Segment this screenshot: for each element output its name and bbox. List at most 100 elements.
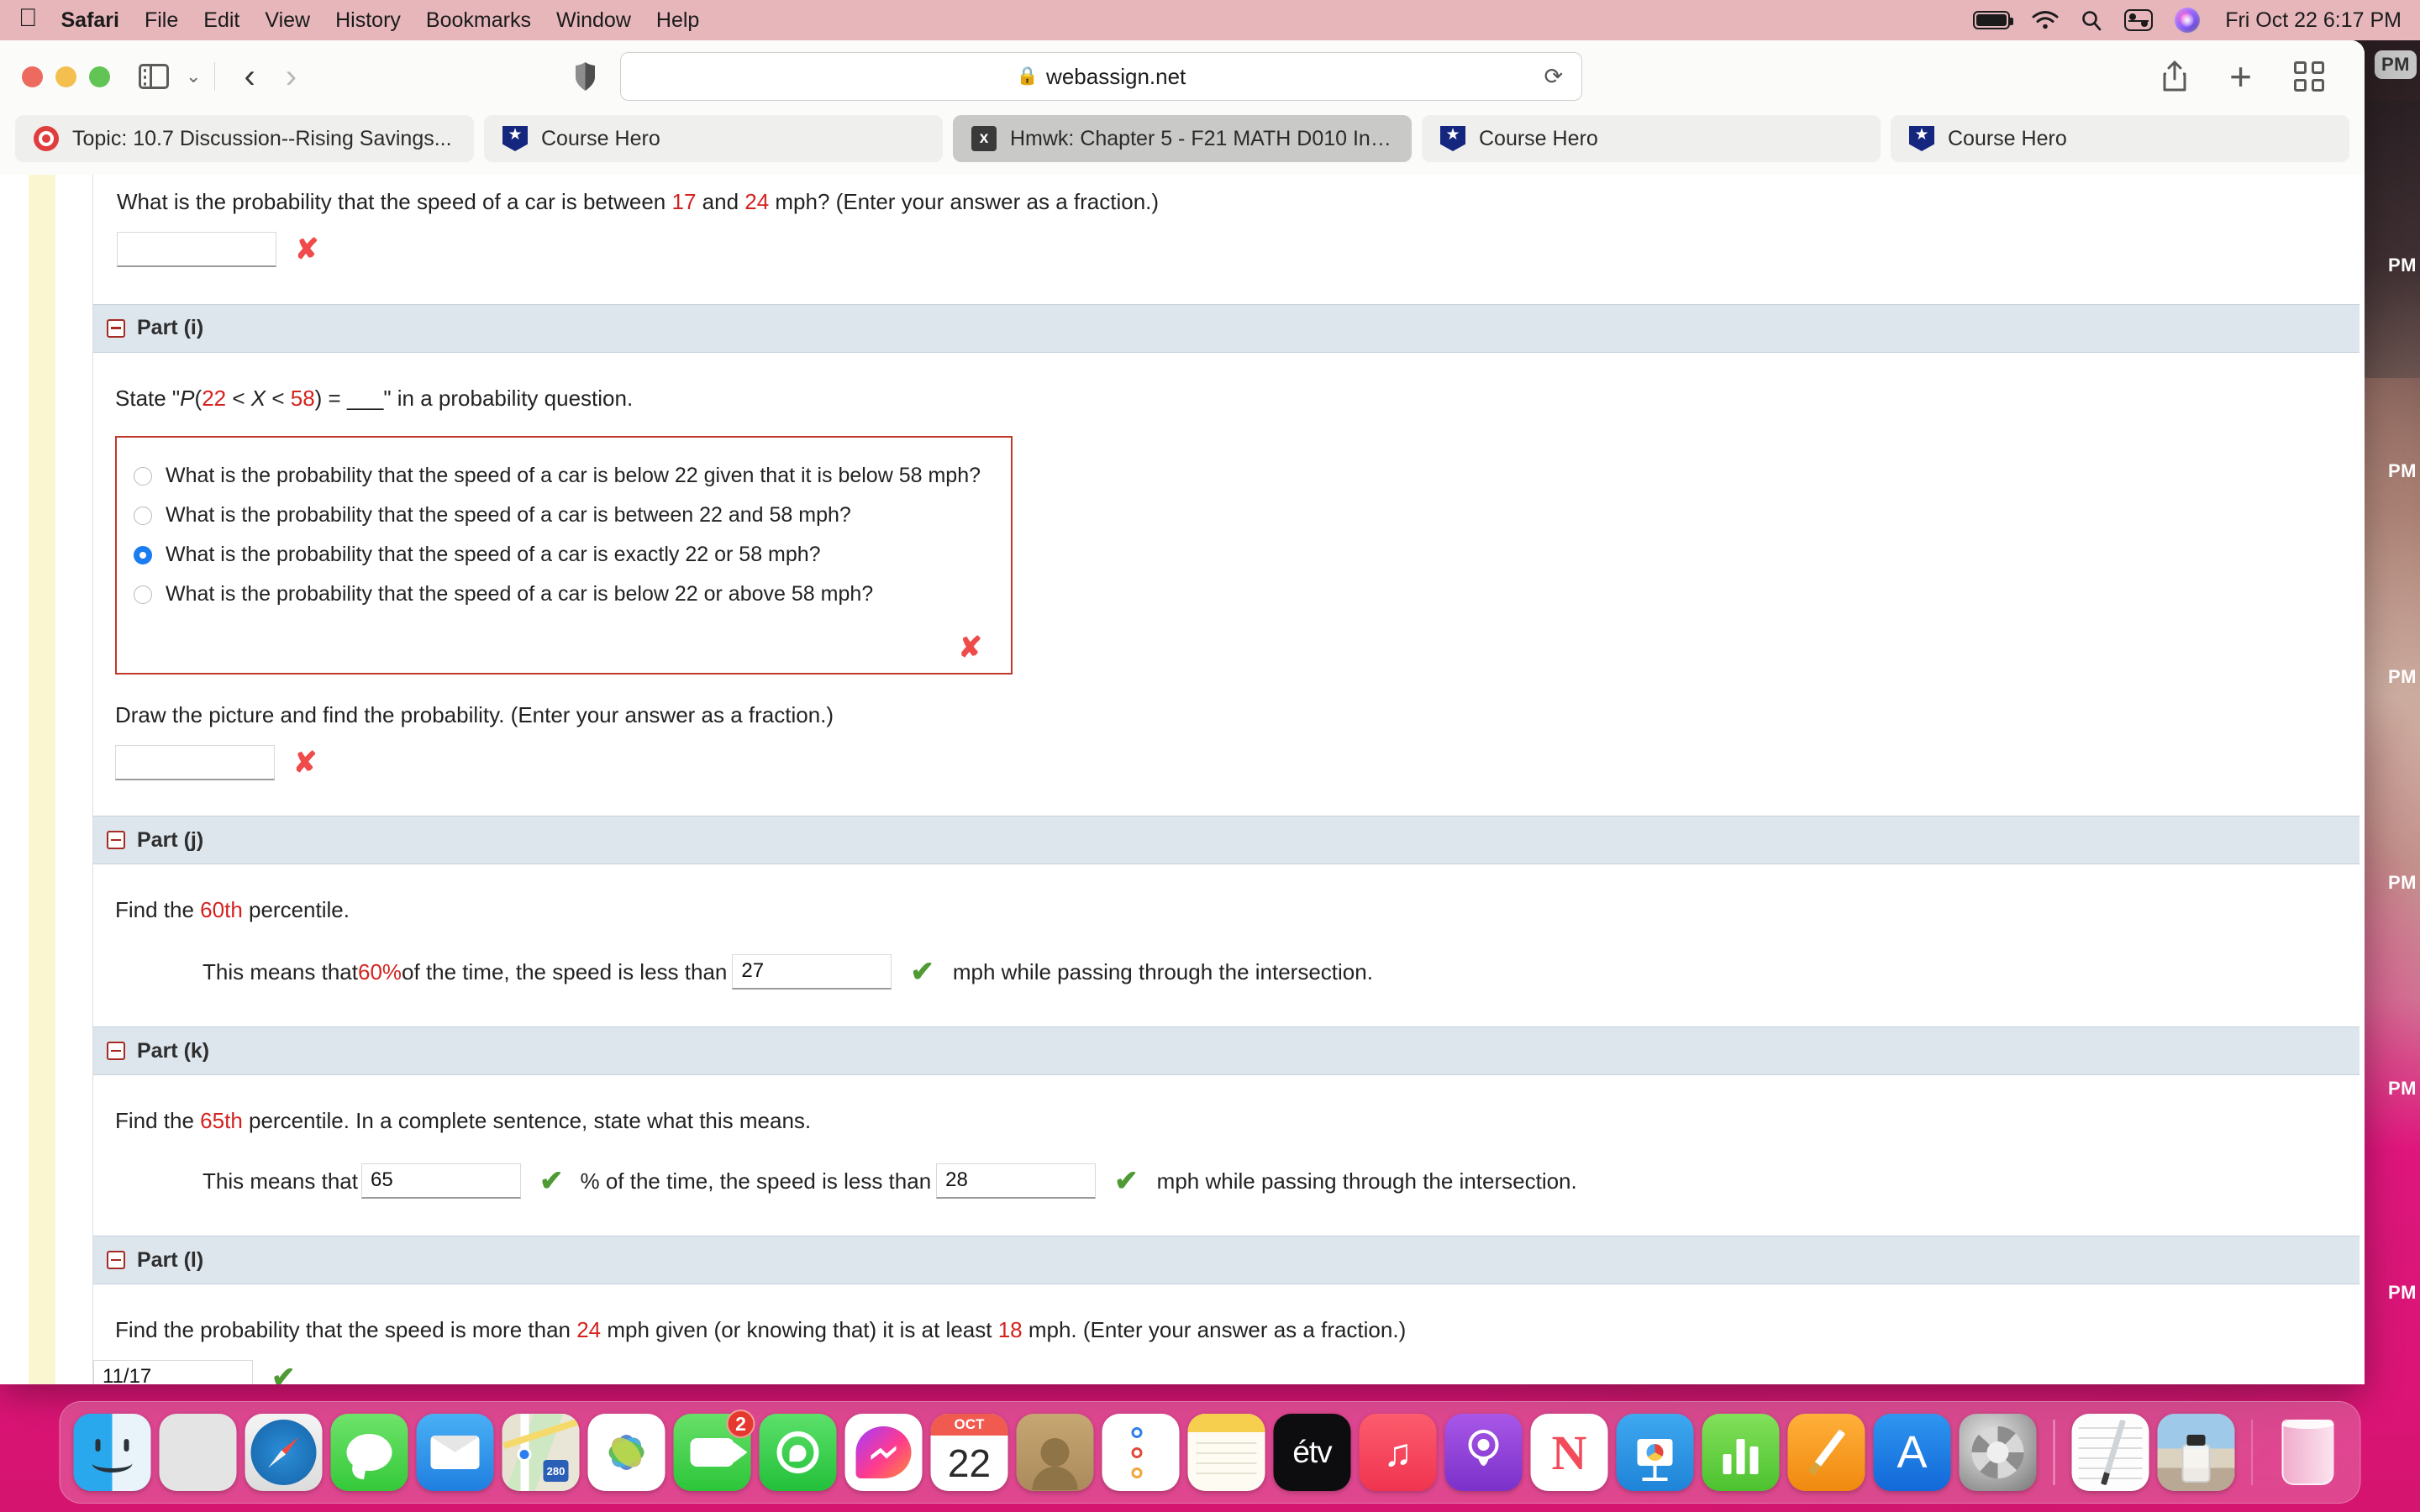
- battery-icon[interactable]: [1973, 11, 2014, 29]
- radio-option-4[interactable]: What is the probability that the speed o…: [134, 575, 994, 614]
- status-badge-incorrect: ✘: [958, 632, 983, 664]
- part-k-percent-input[interactable]: 65: [360, 1163, 521, 1200]
- toolbar-divider: [214, 62, 216, 91]
- dock-item-mail[interactable]: [416, 1414, 494, 1491]
- browser-tab-hmwk-chapter5[interactable]: x Hmwk: Chapter 5 - F21 MATH D010 Int...: [953, 115, 1412, 162]
- dock-item-numbers[interactable]: [1702, 1414, 1780, 1491]
- part-j-body: Find the 60th percentile. This means tha…: [93, 864, 2360, 993]
- part-l-answer-input[interactable]: 11/17: [93, 1359, 253, 1384]
- dock-item-messenger[interactable]: [844, 1414, 923, 1491]
- dock-item-maps[interactable]: 280: [502, 1414, 580, 1491]
- privacy-shield-icon[interactable]: [574, 61, 597, 92]
- part-i-followup-input[interactable]: [115, 745, 275, 781]
- dock-item-trash[interactable]: [2270, 1414, 2347, 1491]
- dock-item-systempreferences[interactable]: [1959, 1414, 2037, 1491]
- dock-item-music[interactable]: ♫: [1359, 1414, 1437, 1491]
- status-badge-incorrect: ✘: [293, 747, 318, 780]
- collapse-icon[interactable]: [107, 831, 125, 850]
- radio-button-selected[interactable]: [134, 545, 152, 564]
- dock-item-keynote[interactable]: [1616, 1414, 1694, 1491]
- menu-item-help[interactable]: Help: [656, 8, 699, 33]
- menu-item-view[interactable]: View: [265, 8, 310, 33]
- dock-item-launchpad[interactable]: [159, 1414, 237, 1491]
- part-header-label: Part (l): [137, 1247, 204, 1272]
- part-header-i[interactable]: Part (i): [93, 303, 2360, 353]
- dock-item-reminders[interactable]: [1102, 1414, 1180, 1491]
- browser-tab-topic-discussion[interactable]: Topic: 10.7 Discussion--Rising Savings..…: [15, 115, 474, 162]
- part-header-j[interactable]: Part (j): [93, 816, 2360, 865]
- prompt-value-22: 22: [202, 385, 227, 411]
- menu-item-safari[interactable]: Safari: [61, 8, 119, 33]
- close-window-button[interactable]: [22, 66, 43, 87]
- sidebar-toggle-icon[interactable]: [139, 64, 169, 89]
- dock-item-preview-image[interactable]: [2157, 1414, 2234, 1491]
- maximize-window-button[interactable]: [89, 66, 110, 87]
- part-k-prompt: Find the 65th percentile. In a complete …: [115, 1105, 2360, 1137]
- part-header-k[interactable]: Part (k): [93, 1026, 2360, 1076]
- chevron-down-icon[interactable]: ⌄: [186, 66, 201, 87]
- search-icon[interactable]: [2081, 9, 2102, 31]
- share-icon[interactable]: [2162, 60, 2187, 92]
- reload-icon[interactable]: ⟳: [1544, 64, 1563, 90]
- radio-button[interactable]: [134, 466, 152, 486]
- menu-bar-clock[interactable]: Fri Oct 22 6:17 PM: [2225, 8, 2402, 33]
- collapse-icon[interactable]: [107, 1251, 125, 1270]
- menu-item-edit[interactable]: Edit: [203, 8, 239, 33]
- browser-tab-course-hero-1[interactable]: Course Hero: [484, 115, 943, 162]
- collapse-icon[interactable]: [107, 1042, 125, 1061]
- dock-item-document[interactable]: [2071, 1414, 2149, 1491]
- browser-toolbar: ⌄ ‹ › 🔒 webassign.net ⟳ +: [0, 40, 2365, 113]
- apple-icon[interactable]: : [18, 6, 38, 34]
- dock-item-appstore[interactable]: A: [1873, 1414, 1951, 1491]
- dock-item-pages[interactable]: [1787, 1414, 1865, 1491]
- prompt-segment: Find the: [115, 897, 201, 923]
- radio-option-2[interactable]: What is the probability that the speed o…: [134, 496, 994, 535]
- part-header-l[interactable]: Part (l): [93, 1236, 2360, 1285]
- dock-item-appletv[interactable]: étv: [1273, 1414, 1351, 1491]
- part-k-speed-input[interactable]: 28: [936, 1163, 1097, 1200]
- minimize-window-button[interactable]: [55, 66, 76, 87]
- menu-item-bookmarks[interactable]: Bookmarks: [426, 8, 531, 33]
- dock-item-notes[interactable]: [1187, 1414, 1265, 1491]
- address-bar[interactable]: 🔒 webassign.net ⟳: [620, 52, 1583, 101]
- radio-option-3[interactable]: What is the probability that the speed o…: [134, 535, 994, 575]
- part-j-speed-input[interactable]: 27: [732, 954, 892, 990]
- part-i-prompt: State "P(22 < X < 58) = ___" in a probab…: [115, 383, 2360, 415]
- menu-item-file[interactable]: File: [145, 8, 178, 33]
- top-question-answer-input[interactable]: [117, 231, 276, 267]
- dock-item-messages[interactable]: [330, 1414, 408, 1491]
- browser-tab-course-hero-2[interactable]: Course Hero: [1422, 115, 1881, 162]
- prompt-segment: percentile.: [242, 897, 350, 923]
- prompt-value-65th: 65th: [200, 1108, 243, 1134]
- radio-option-1[interactable]: What is the probability that the speed o…: [134, 456, 994, 496]
- tab-overview-icon[interactable]: [2294, 61, 2324, 92]
- part-k-body: Find the 65th percentile. In a complete …: [93, 1075, 2360, 1202]
- new-tab-button[interactable]: +: [2229, 57, 2252, 96]
- radio-button[interactable]: [134, 585, 152, 604]
- dock-item-finder[interactable]: [73, 1414, 151, 1491]
- part-header-label: Part (k): [137, 1038, 210, 1063]
- control-center-icon[interactable]: [2124, 9, 2154, 31]
- bg-timestamp: PM: [2388, 872, 2417, 893]
- dock-item-news[interactable]: N: [1530, 1414, 1608, 1491]
- forward-arrow-icon[interactable]: ›: [286, 60, 297, 93]
- dock-item-podcasts[interactable]: [1444, 1414, 1523, 1491]
- siri-icon[interactable]: [2175, 8, 2201, 33]
- dock-item-contacts[interactable]: [1016, 1414, 1094, 1491]
- dock-item-calendar[interactable]: OCT 22: [930, 1414, 1008, 1491]
- dock-item-whatsapp[interactable]: [759, 1414, 837, 1491]
- menu-item-history[interactable]: History: [335, 8, 401, 33]
- radio-button[interactable]: [134, 506, 152, 525]
- back-arrow-icon[interactable]: ‹: [244, 60, 255, 93]
- course-hero-icon: [502, 126, 528, 151]
- calendar-month: OCT: [930, 1414, 1008, 1436]
- menu-item-window[interactable]: Window: [556, 8, 631, 33]
- dock-item-photos[interactable]: [587, 1414, 666, 1491]
- dock-item-facetime[interactable]: 2: [673, 1410, 755, 1491]
- collapse-icon[interactable]: [107, 318, 125, 338]
- tab-title: Course Hero: [1479, 126, 1598, 150]
- prompt-value-60th: 60th: [200, 897, 243, 923]
- browser-tab-course-hero-3[interactable]: Course Hero: [1891, 115, 2349, 162]
- wifi-icon[interactable]: [2032, 10, 2059, 30]
- dock-item-safari[interactable]: [245, 1414, 323, 1491]
